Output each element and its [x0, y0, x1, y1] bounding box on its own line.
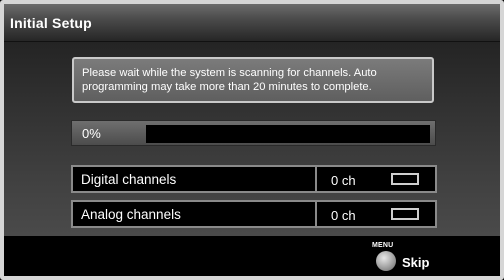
footer-bar: MENU Skip: [4, 236, 500, 276]
channel-row-label: Analog channels: [81, 207, 181, 222]
channel-count: 0 ch: [331, 173, 356, 188]
row-divider: [315, 167, 317, 191]
skip-button[interactable]: Skip: [402, 255, 429, 270]
channel-row-label: Digital channels: [81, 172, 177, 187]
channel-indicator-box: [391, 208, 419, 220]
progress-percent: 0%: [82, 126, 101, 141]
scan-message: Please wait while the system is scanning…: [72, 57, 434, 103]
channel-count: 0 ch: [331, 208, 356, 223]
title-bar: Initial Setup: [4, 4, 500, 42]
menu-key-label: MENU: [372, 242, 394, 249]
round-button-icon[interactable]: [376, 251, 396, 271]
scan-progress: 0%: [71, 120, 436, 146]
progress-track: [146, 125, 430, 143]
row-divider: [315, 202, 317, 226]
tv-screen: Initial Setup Please wait while the syst…: [0, 0, 504, 280]
channel-indicator-box: [391, 173, 419, 185]
dialog-title: Initial Setup: [10, 15, 92, 31]
channel-row-digital: Digital channels 0 ch: [71, 165, 437, 193]
channel-row-analog: Analog channels 0 ch: [71, 200, 437, 228]
